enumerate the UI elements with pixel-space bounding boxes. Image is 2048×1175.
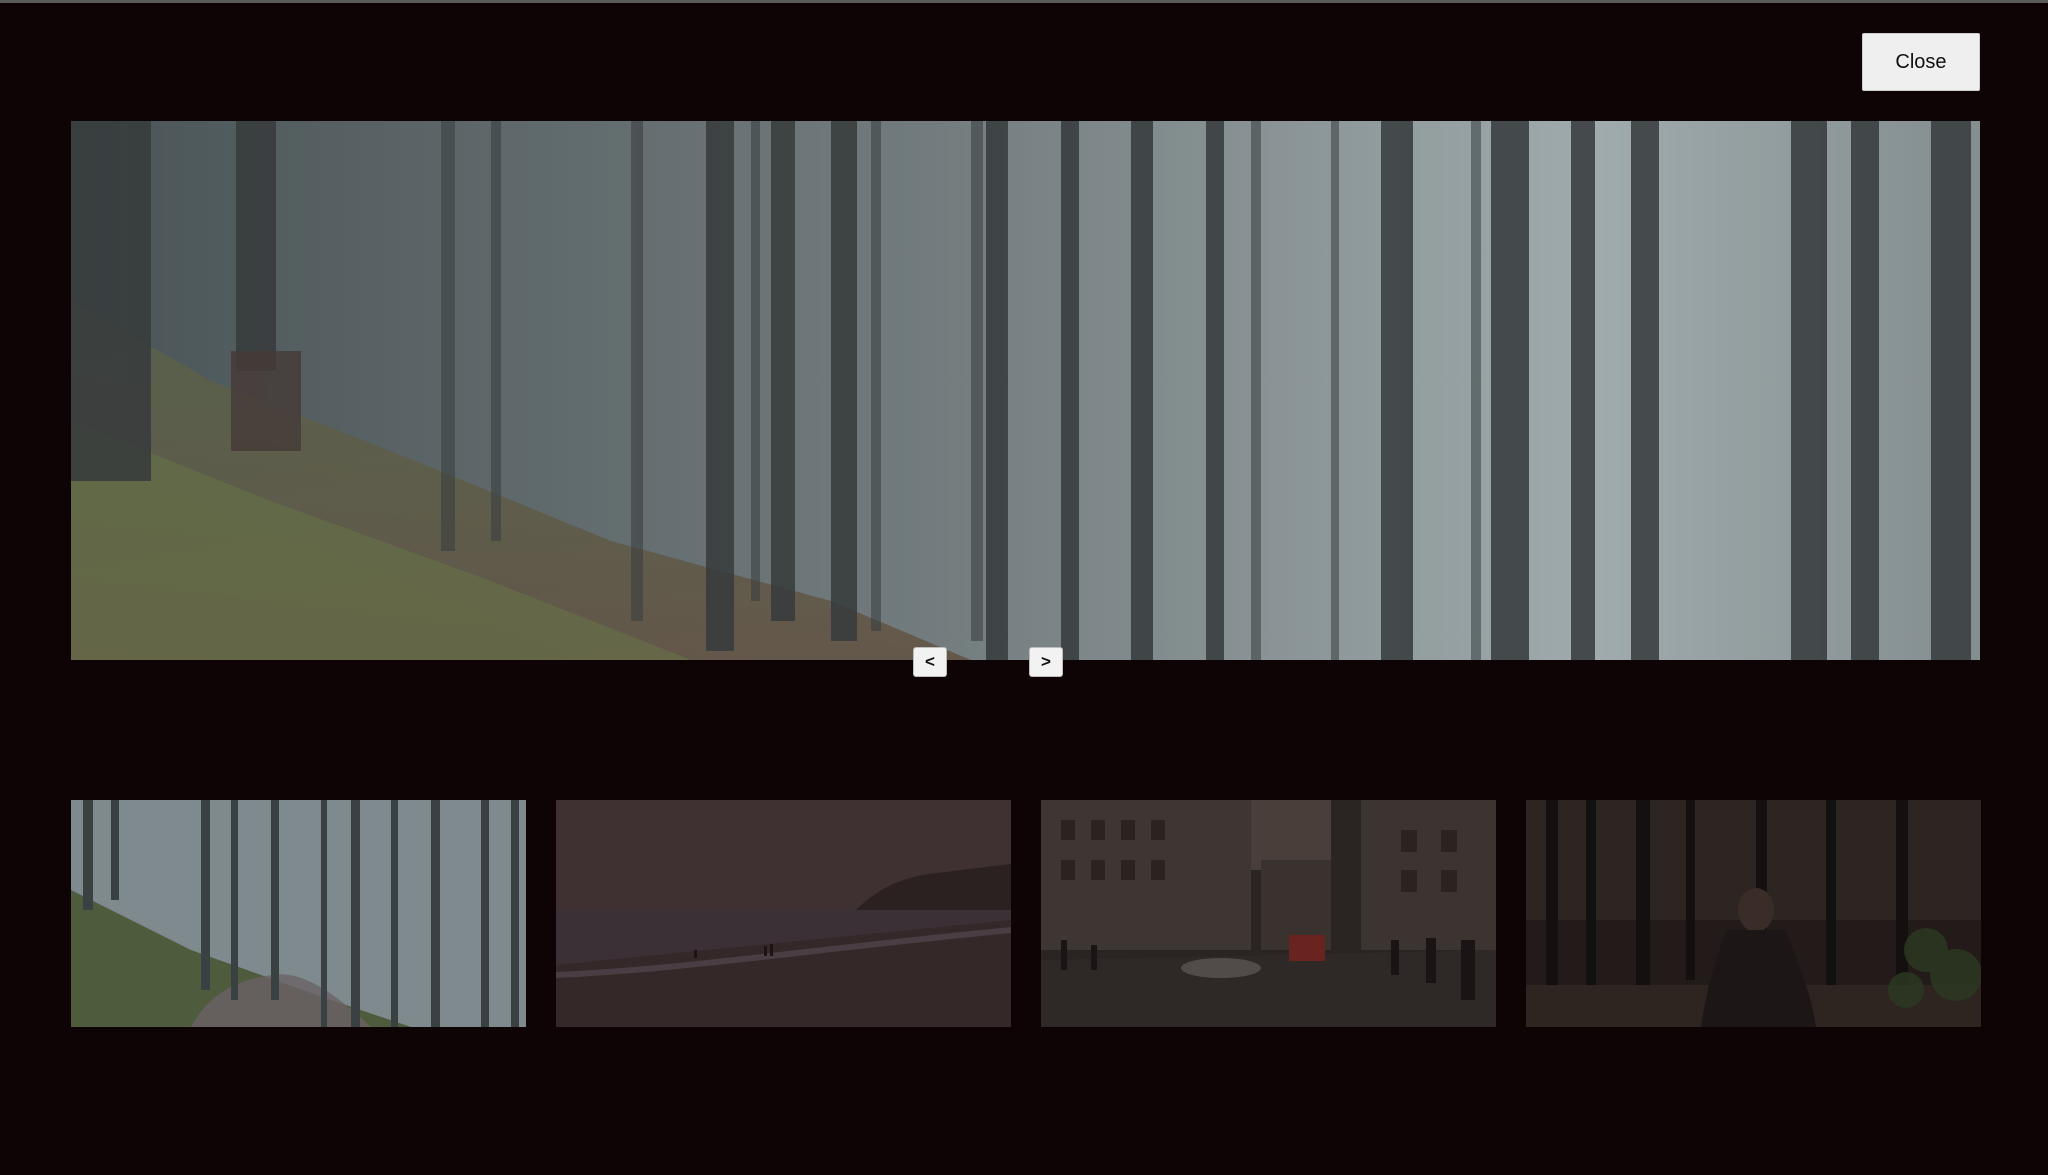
window-top-edge	[0, 0, 2048, 3]
thumbnail-city-illustration	[1041, 800, 1496, 1027]
thumbnail-woman-forest-illustration	[1526, 800, 1981, 1027]
thumbnail-forest-illustration	[71, 800, 526, 1027]
thumbnail-misty-beach[interactable]	[556, 800, 1011, 1027]
thumbnail-foggy-forest-path[interactable]	[71, 800, 526, 1027]
forest-scene-illustration	[71, 121, 1980, 660]
thumbnail-city-street[interactable]	[1041, 800, 1496, 1027]
next-image-button[interactable]: >	[1029, 647, 1063, 677]
close-button[interactable]: Close	[1862, 33, 1980, 91]
main-image-foggy-forest	[71, 121, 1980, 660]
thumbnail-strip	[71, 800, 1981, 1027]
thumbnail-woman-in-forest[interactable]	[1526, 800, 1981, 1027]
thumbnail-beach-illustration	[556, 800, 1011, 1027]
previous-image-button[interactable]: <	[913, 647, 947, 677]
